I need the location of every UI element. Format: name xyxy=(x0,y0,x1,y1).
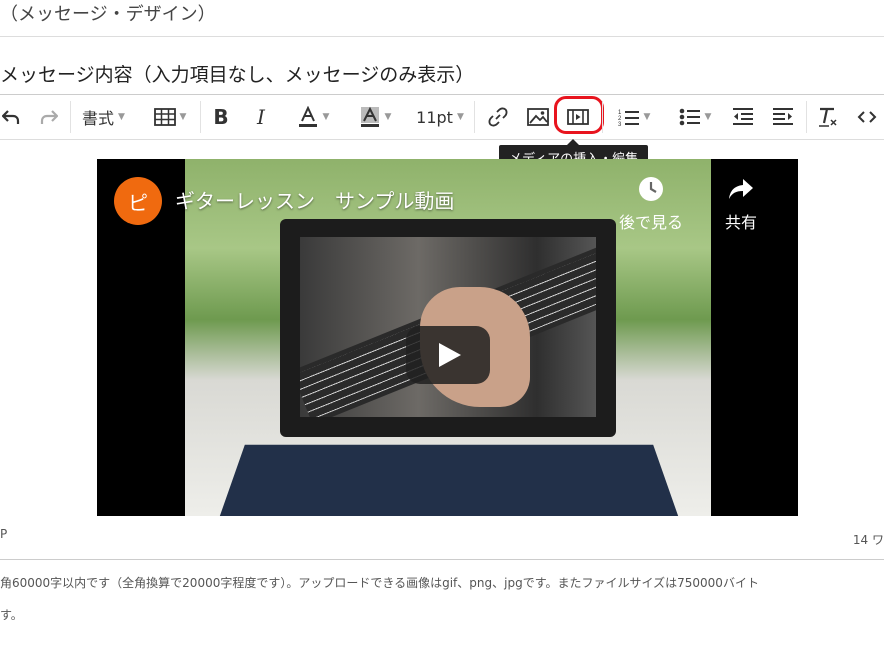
table-button[interactable]: ▼ xyxy=(150,103,190,131)
note-line-2: す。 xyxy=(0,608,23,622)
note-line-1: 角60000字以内です（全角換算で20000字程度です）。アップロードできる画像… xyxy=(0,576,759,590)
toolbar-separator xyxy=(200,101,201,133)
svg-text:3: 3 xyxy=(618,122,622,127)
toolbar-separator xyxy=(70,101,71,133)
chevron-down-icon: ▼ xyxy=(118,112,125,122)
source-code-button[interactable] xyxy=(855,103,879,131)
redo-button[interactable] xyxy=(38,103,60,131)
font-size-label: 11pt xyxy=(416,107,453,127)
chevron-down-icon: ▼ xyxy=(456,112,464,122)
play-button[interactable] xyxy=(406,326,490,384)
chevron-down-icon: ▼ xyxy=(179,112,187,122)
watch-later-label: 後で見る xyxy=(618,213,683,232)
rich-text-editor: 書式 ▼ ▼ B I ▼ ▼ 11pt ▼ 1 2 3 ▼ ▼ ピ ギターレッス… xyxy=(0,94,884,560)
undo-button[interactable] xyxy=(0,103,22,131)
editor-statusbar: P 14 ワ xyxy=(0,515,884,557)
element-path[interactable]: P xyxy=(0,527,7,541)
bold-icon: B xyxy=(213,105,229,129)
section-title: （メッセージ・デザイン） xyxy=(0,4,216,25)
editor-content[interactable]: ピ ギターレッスン サンプル動画 後で見る 共有 xyxy=(0,140,884,516)
format-dropdown[interactable]: 書式 ▼ xyxy=(82,103,136,131)
redo-icon xyxy=(40,110,58,124)
insert-image-button[interactable] xyxy=(526,103,550,131)
message-content-label: メッセージ内容（入力項目なし、メッセージのみ表示） xyxy=(0,64,475,86)
outdent-icon xyxy=(733,108,753,125)
numbered-list-button[interactable]: 1 2 3 ▼ xyxy=(610,103,658,131)
editor-toolbar: 書式 ▼ ▼ B I ▼ ▼ 11pt ▼ 1 2 3 ▼ ▼ xyxy=(0,95,884,140)
channel-avatar[interactable]: ピ xyxy=(114,177,162,225)
bold-button[interactable]: B xyxy=(208,103,234,131)
italic-button[interactable]: I xyxy=(248,103,274,131)
input-limits-note: 角60000字以内です（全角換算で20000字程度です）。アップロードできる画像… xyxy=(0,567,759,631)
section-divider xyxy=(0,36,884,37)
video-title[interactable]: ギターレッスン サンプル動画 xyxy=(175,185,454,214)
share-icon xyxy=(727,175,755,203)
clock-icon xyxy=(637,175,665,203)
chevron-down-icon: ▼ xyxy=(704,112,712,122)
embedded-video[interactable]: ピ ギターレッスン サンプル動画 後で見る 共有 xyxy=(97,159,798,516)
watch-later-button[interactable]: 後で見る xyxy=(611,175,691,233)
font-size-dropdown[interactable]: 11pt ▼ xyxy=(414,103,466,131)
format-label: 書式 xyxy=(82,109,115,128)
chevron-down-icon: ▼ xyxy=(322,112,330,122)
numbered-list-icon: 123 xyxy=(618,110,639,127)
clear-format-icon xyxy=(819,107,837,127)
table-icon xyxy=(153,108,176,126)
chevron-down-icon: ▼ xyxy=(643,112,651,122)
bullet-list-icon xyxy=(679,108,700,126)
background-color-icon xyxy=(360,106,379,127)
background-color-button[interactable]: ▼ xyxy=(350,103,400,131)
indent-icon xyxy=(773,108,793,125)
text-color-button[interactable]: ▼ xyxy=(288,103,338,131)
clear-formatting-button[interactable] xyxy=(816,103,840,131)
chevron-down-icon: ▼ xyxy=(384,112,392,122)
italic-icon: I xyxy=(257,105,265,129)
share-button[interactable]: 共有 xyxy=(701,175,781,233)
toolbar-separator xyxy=(474,101,475,133)
toolbar-separator xyxy=(602,101,603,133)
image-icon xyxy=(527,108,549,126)
share-label: 共有 xyxy=(724,213,757,232)
undo-icon xyxy=(2,110,20,124)
word-count: 14 ワ xyxy=(852,533,884,547)
code-icon xyxy=(857,111,877,123)
bullet-list-button[interactable]: ▼ xyxy=(670,103,720,131)
link-icon xyxy=(488,107,508,127)
insert-link-button[interactable] xyxy=(486,103,510,131)
text-color-icon xyxy=(298,106,317,127)
outdent-button[interactable] xyxy=(731,103,755,131)
indent-button[interactable] xyxy=(771,103,795,131)
toolbar-separator xyxy=(806,101,807,133)
media-button-highlight xyxy=(554,96,604,134)
